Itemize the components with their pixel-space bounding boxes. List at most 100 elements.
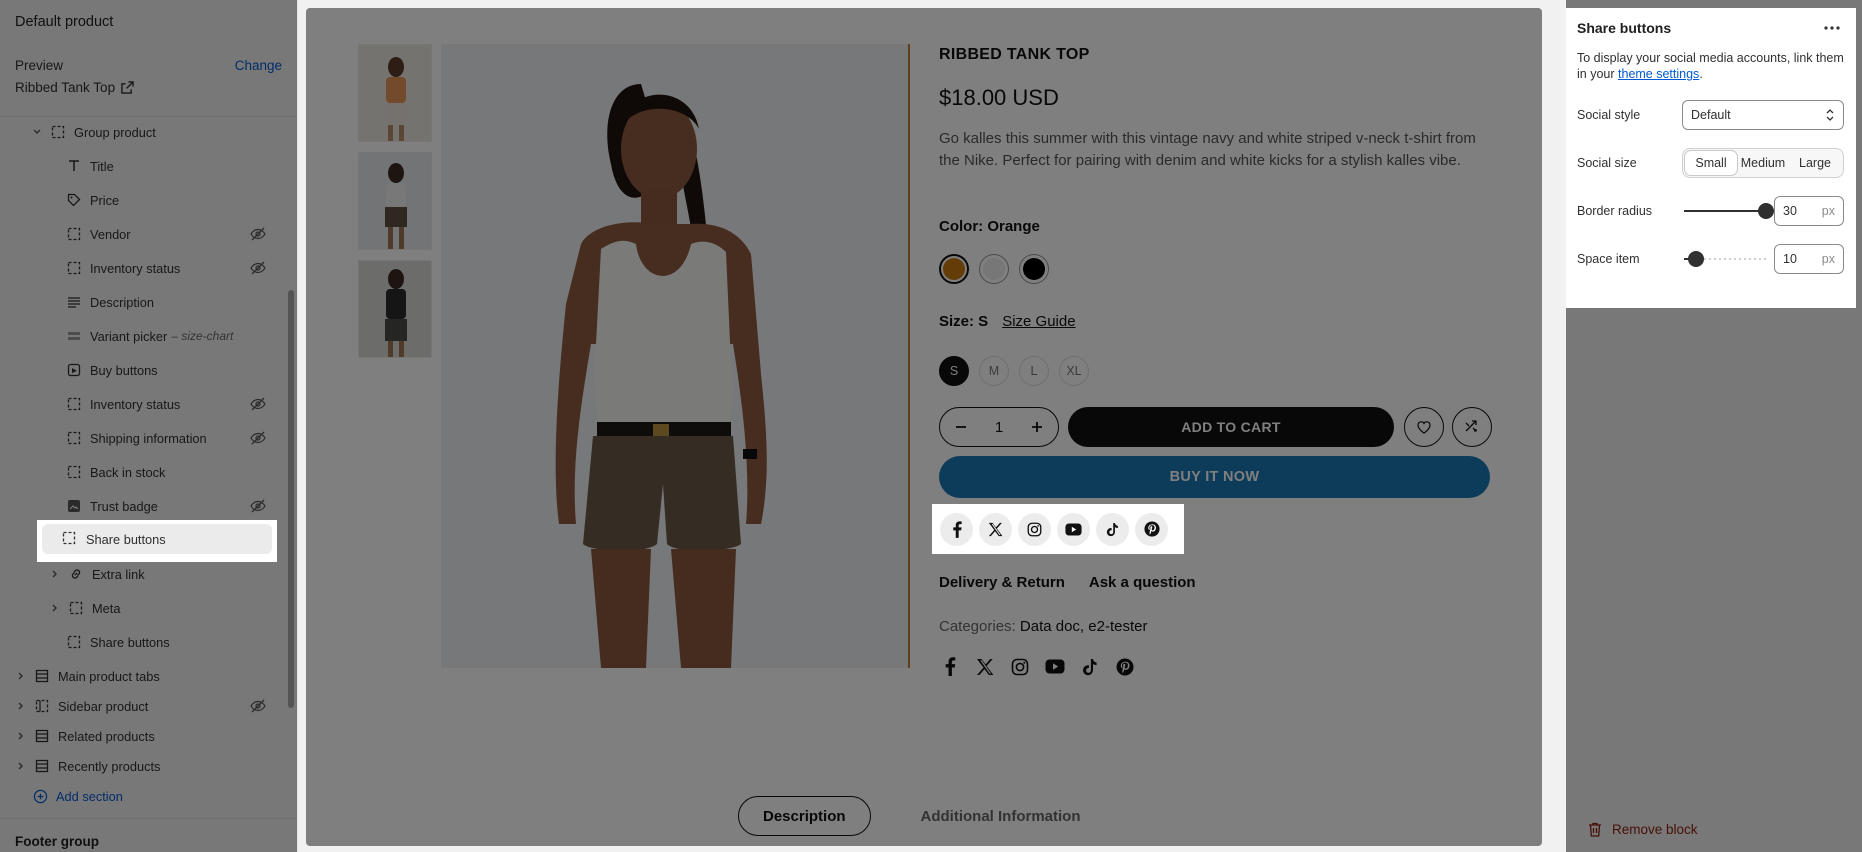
- tree-item-group-product[interactable]: Group product: [30, 118, 280, 146]
- tree-item-related-products[interactable]: Related products: [14, 722, 264, 750]
- chevron-right-icon[interactable]: [14, 699, 28, 713]
- delivery-return-link[interactable]: Delivery & Return: [939, 574, 1065, 591]
- size-guide-link[interactable]: Size Guide: [1002, 313, 1075, 330]
- wishlist-button[interactable]: [1404, 407, 1444, 447]
- buy-now-button[interactable]: BUY IT NOW: [939, 456, 1490, 498]
- tree-item-extra-link[interactable]: Extra link: [48, 560, 268, 588]
- tree-item-back-in-stock[interactable]: Back in stock: [66, 458, 266, 486]
- pinterest-icon[interactable]: [1135, 512, 1168, 546]
- social-style-select[interactable]: Default: [1682, 100, 1844, 130]
- tiktok-icon[interactable]: [1079, 656, 1100, 677]
- tree-item-buy-buttons[interactable]: Buy buttons: [66, 356, 266, 384]
- more-options-icon[interactable]: [1822, 18, 1842, 38]
- tree-item-main-product-tabs[interactable]: Main product tabs: [14, 662, 264, 690]
- facebook-icon[interactable]: [939, 656, 960, 677]
- eye-hidden-icon[interactable]: [250, 226, 266, 242]
- left-sidebar: Default product Preview Change Ribbed Ta…: [0, 0, 298, 852]
- plus-icon[interactable]: [1028, 418, 1046, 436]
- eye-hidden-icon[interactable]: [250, 698, 266, 714]
- compare-button[interactable]: [1452, 407, 1492, 447]
- add-to-cart-button[interactable]: ADD TO CART: [1068, 407, 1394, 447]
- instagram-icon[interactable]: [1018, 512, 1051, 546]
- tree-item-sidebar-product[interactable]: Sidebar product: [14, 692, 266, 720]
- chevron-right-icon[interactable]: [14, 669, 28, 683]
- chevron-down-icon[interactable]: [30, 125, 44, 139]
- tree-item-price[interactable]: Price: [66, 186, 266, 214]
- tree-item-inventory-status[interactable]: Inventory status: [66, 254, 266, 282]
- product-description: Go kalles this summer with this vintage …: [939, 130, 1476, 169]
- preview-product-name: Ribbed Tank Top: [15, 80, 116, 95]
- tree-item-description[interactable]: Description: [66, 288, 266, 316]
- block-icon: [66, 430, 82, 446]
- slider-knob[interactable]: [1688, 251, 1705, 267]
- x-icon[interactable]: [974, 656, 995, 677]
- border-radius-input[interactable]: 30 px: [1774, 196, 1844, 226]
- size-option[interactable]: XL: [1059, 356, 1089, 386]
- color-swatch-black[interactable]: [1019, 254, 1049, 284]
- preview-product[interactable]: Ribbed Tank Top: [15, 80, 134, 95]
- tree-item-inventory-status-2[interactable]: Inventory status: [66, 390, 266, 418]
- social-size-option[interactable]: Small: [1685, 151, 1737, 175]
- text-icon: [66, 158, 82, 174]
- instagram-icon[interactable]: [1009, 656, 1030, 677]
- tree-item-variant-picker[interactable]: Variant picker – size-chart: [66, 322, 266, 350]
- tree-item-vendor[interactable]: Vendor: [66, 220, 266, 248]
- theme-settings-link[interactable]: theme settings: [1618, 67, 1699, 81]
- product-thumbnail[interactable]: [358, 260, 432, 358]
- eye-hidden-icon[interactable]: [250, 396, 266, 412]
- slider-knob[interactable]: [1758, 203, 1774, 219]
- remove-block-button[interactable]: Remove block: [1588, 822, 1698, 837]
- eye-hidden-icon[interactable]: [250, 260, 266, 276]
- text-align-icon: [66, 294, 82, 310]
- youtube-icon[interactable]: [1057, 512, 1090, 546]
- chevron-right-icon[interactable]: [48, 601, 62, 615]
- tree-item-title[interactable]: Title: [66, 152, 266, 180]
- tree-item-trust-badge[interactable]: Trust badge: [66, 492, 266, 520]
- tree-item-recently-products[interactable]: Recently products: [14, 752, 264, 780]
- share-buttons-block[interactable]: [932, 504, 1184, 554]
- tree-item-shipping-information[interactable]: Shipping information: [66, 424, 266, 452]
- size-option[interactable]: S: [939, 356, 969, 386]
- size-option[interactable]: M: [979, 356, 1009, 386]
- tree-item-share-buttons-selected[interactable]: Share buttons: [37, 520, 277, 562]
- sidebar-scrollbar[interactable]: [288, 290, 294, 708]
- quantity-value[interactable]: 1: [995, 419, 1003, 436]
- tiktok-icon[interactable]: [1096, 512, 1129, 546]
- youtube-icon[interactable]: [1044, 656, 1065, 677]
- space-item-input[interactable]: 10 px: [1774, 244, 1844, 274]
- chevron-right-icon[interactable]: [14, 729, 28, 743]
- tree-item-label: Trust badge: [90, 498, 158, 514]
- product-title: RIBBED TANK TOP: [939, 46, 1090, 63]
- eye-hidden-icon[interactable]: [250, 498, 266, 514]
- minus-icon[interactable]: [952, 418, 970, 436]
- size-option[interactable]: L: [1019, 356, 1049, 386]
- add-section-button[interactable]: Add section: [32, 782, 232, 810]
- product-thumbnail[interactable]: [358, 152, 432, 250]
- color-swatch-orange[interactable]: [939, 254, 969, 284]
- quantity-stepper: 1: [939, 407, 1059, 447]
- space-item-slider[interactable]: [1684, 249, 1766, 269]
- chevron-right-icon[interactable]: [14, 759, 28, 773]
- categories-value[interactable]: Data doc, e2-tester: [1020, 618, 1148, 635]
- external-link-icon[interactable]: [121, 81, 134, 94]
- product-thumbnail[interactable]: [358, 44, 432, 142]
- x-icon[interactable]: [979, 512, 1012, 546]
- tree-item-share-buttons-2[interactable]: Share buttons: [66, 628, 266, 656]
- social-style-label: Social style: [1577, 108, 1641, 122]
- tree-item-meta[interactable]: Meta: [48, 594, 268, 622]
- selected-item-row[interactable]: Share buttons: [42, 524, 272, 554]
- eye-hidden-icon[interactable]: [250, 430, 266, 446]
- pinterest-icon[interactable]: [1114, 656, 1135, 677]
- main-product-image[interactable]: [441, 44, 910, 668]
- tab-description[interactable]: Description: [738, 796, 871, 836]
- ask-question-link[interactable]: Ask a question: [1089, 574, 1196, 591]
- color-swatch-white[interactable]: [979, 254, 1009, 284]
- chevron-right-icon[interactable]: [48, 567, 62, 581]
- change-preview-link[interactable]: Change: [235, 58, 282, 73]
- tree-item-label: Meta: [92, 600, 121, 616]
- social-size-option[interactable]: Large: [1789, 151, 1841, 175]
- facebook-icon[interactable]: [940, 512, 973, 546]
- tab-additional-information[interactable]: Additional Information: [921, 808, 1081, 825]
- social-size-option[interactable]: Medium: [1737, 151, 1789, 175]
- border-radius-slider[interactable]: [1684, 201, 1774, 221]
